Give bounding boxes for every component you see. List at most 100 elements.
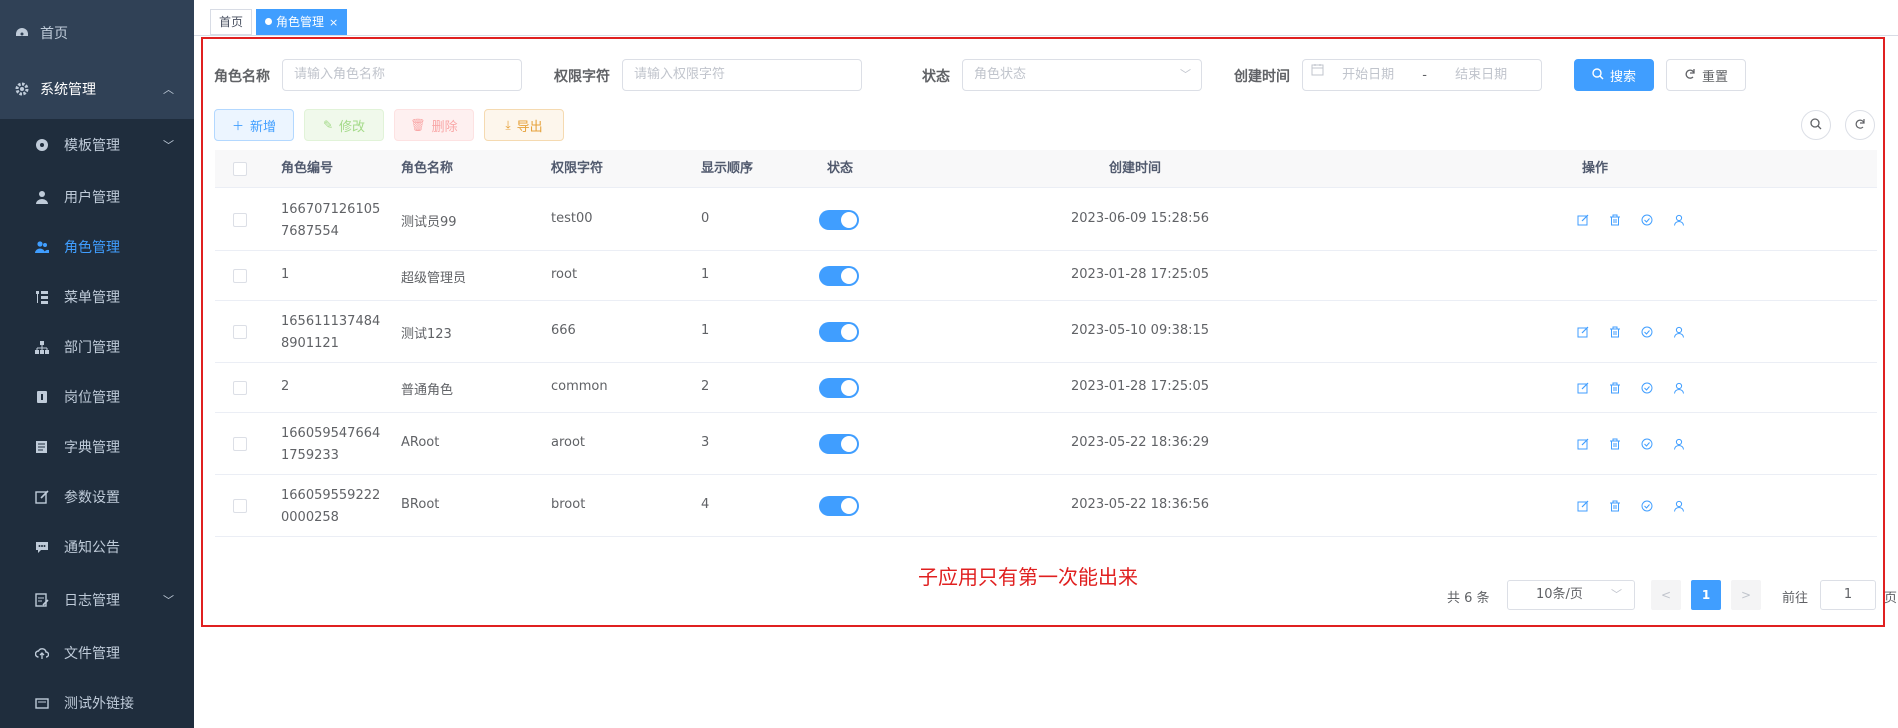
table-row: 165611137484 8901121 测试123 666 1 2023-05-10 0… [215,301,1877,363]
sidebar-item-departments[interactable]: 部门管理 [0,322,194,372]
sidebar-item-logs[interactable]: 日志管理 ﹀ [0,575,194,625]
assign-user-icon[interactable] [1671,380,1687,396]
role-name-placeholder: 请输入角色名称 [294,67,386,82]
edit-icon: ✎ [322,118,334,132]
chevron-down-icon: ﹀ [163,139,174,152]
status-switch[interactable] [819,434,859,454]
status-switch[interactable] [819,496,859,516]
chevron-down-icon: ﹀ [1180,68,1191,81]
close-icon[interactable]: × [329,16,338,29]
sidebar-item-dict[interactable]: 字典管理 [0,422,194,472]
sidebar-item-posts[interactable]: 岗位管理 [0,372,194,422]
status-switch[interactable] [819,378,859,398]
delete-button[interactable]: 🗑 删除 [394,109,474,141]
refresh-button[interactable] [1845,110,1875,140]
edit-row-icon[interactable] [1575,380,1591,396]
add-button[interactable]: ＋ 新增 [214,109,294,141]
role-id-line: 7687554 [281,224,339,239]
page-button-current[interactable]: 1 [1691,580,1721,610]
page-size-select[interactable]: 10条/页 ﹀ [1507,580,1635,610]
column-header: 显示顺序 [701,161,754,176]
sidebar: 首页 系统管理 ︿ 模板管理 ﹀ 用户管理 角色管理 菜单管理 部门管理 岗位管… [0,0,194,728]
delete-row-icon[interactable] [1607,212,1623,228]
role-id-line: 8901121 [281,336,339,351]
toggle-search-button[interactable] [1801,110,1831,140]
data-scope-icon[interactable] [1639,436,1655,452]
sidebar-item-files[interactable]: 文件管理 [0,628,194,678]
status-select[interactable]: 角色状态 ﹀ [962,59,1202,91]
sidebar-item-label: 角色管理 [64,240,120,256]
edit-icon [34,489,50,505]
edit-button[interactable]: ✎ 修改 [304,109,384,141]
delete-row-icon[interactable] [1607,380,1623,396]
sidebar-item-notice[interactable]: 通知公告 [0,522,194,572]
role-key-label: 权限字符 [554,69,610,85]
assign-user-icon[interactable] [1671,436,1687,452]
role-id-line: 0000258 [281,510,339,525]
row-checkbox[interactable] [233,499,247,513]
edit-row-icon[interactable] [1575,498,1591,514]
select-all-checkbox[interactable] [233,162,247,176]
sidebar-item-label: 字典管理 [64,440,120,456]
sidebar-item-label: 首页 [40,26,68,42]
row-checkbox[interactable] [233,381,247,395]
data-scope-icon[interactable] [1639,380,1655,396]
row-checkbox[interactable] [233,269,247,283]
row-checkbox[interactable] [233,325,247,339]
data-scope-icon[interactable] [1639,212,1655,228]
status-switch[interactable] [819,322,859,342]
prev-page-button[interactable]: < [1651,580,1681,610]
sidebar-item-users[interactable]: 用户管理 [0,172,194,222]
table-header: 角色编号 角色名称 权限字符 显示顺序 状态 创建时间 操作 [215,150,1877,188]
role-key-input[interactable]: 请输入权限字符 [622,59,862,91]
search-button[interactable]: 搜索 [1574,59,1654,91]
sidebar-item-roles[interactable]: 角色管理 [0,222,194,272]
goto-page-input[interactable]: 1 [1820,580,1876,610]
assign-user-icon[interactable] [1671,498,1687,514]
edit-row-icon[interactable] [1575,212,1591,228]
assign-user-icon[interactable] [1671,212,1687,228]
role-name-input[interactable]: 请输入角色名称 [282,59,522,91]
tag-home[interactable]: 首页 [210,9,253,35]
row-checkbox[interactable] [233,437,247,451]
table-row: 2 普通角色 common 2 2023-01-28 17:25:05 [215,363,1877,413]
tag-roles[interactable]: 角色管理 × [256,9,348,35]
refresh-icon [1684,68,1696,83]
sidebar-item-config[interactable]: 参数设置 [0,472,194,522]
status-switch[interactable] [819,210,859,230]
delete-row-icon[interactable] [1607,498,1623,514]
sidebar-item-template[interactable]: 模板管理 ﹀ [0,120,194,170]
chevron-left-icon: < [1660,588,1672,602]
chevron-down-icon: ﹀ [163,594,174,607]
role-id-cell: 165611137484 8901121 [281,311,380,355]
data-scope-icon[interactable] [1639,324,1655,340]
date-range-picker[interactable]: 开始日期 - 结束日期 [1302,59,1542,91]
sidebar-item-menus[interactable]: 菜单管理 [0,272,194,322]
delete-row-icon[interactable] [1607,324,1623,340]
export-button[interactable]: ⤓ 导出 [484,109,564,141]
sidebar-item-label: 模板管理 [64,138,120,154]
edit-row-icon[interactable] [1575,324,1591,340]
create-time-cell: 2023-01-28 17:25:05 [1071,379,1210,394]
edit-button-label: 修改 [339,119,366,135]
page-suffix: 页 [1884,591,1898,606]
sort-order-cell: 1 [701,267,710,282]
column-header: 操作 [1582,161,1609,176]
switch-knob [841,268,857,284]
assign-user-icon[interactable] [1671,324,1687,340]
sidebar-item-home[interactable]: 首页 [0,8,194,58]
next-page-button[interactable]: > [1731,580,1761,610]
link-icon [34,695,50,711]
sidebar-item-system[interactable]: 系统管理 ︿ [0,64,194,114]
status-switch[interactable] [819,266,859,286]
chevron-up-icon: ︿ [163,83,174,96]
row-checkbox[interactable] [233,213,247,227]
role-name-cell: 测试员99 [401,215,457,230]
switch-knob [841,498,857,514]
tag-label: 角色管理 [276,15,325,29]
edit-row-icon[interactable] [1575,436,1591,452]
data-scope-icon[interactable] [1639,498,1655,514]
reset-button[interactable]: 重置 [1666,59,1746,91]
delete-row-icon[interactable] [1607,436,1623,452]
sidebar-item-external-link[interactable]: 测试外链接 [0,678,194,728]
